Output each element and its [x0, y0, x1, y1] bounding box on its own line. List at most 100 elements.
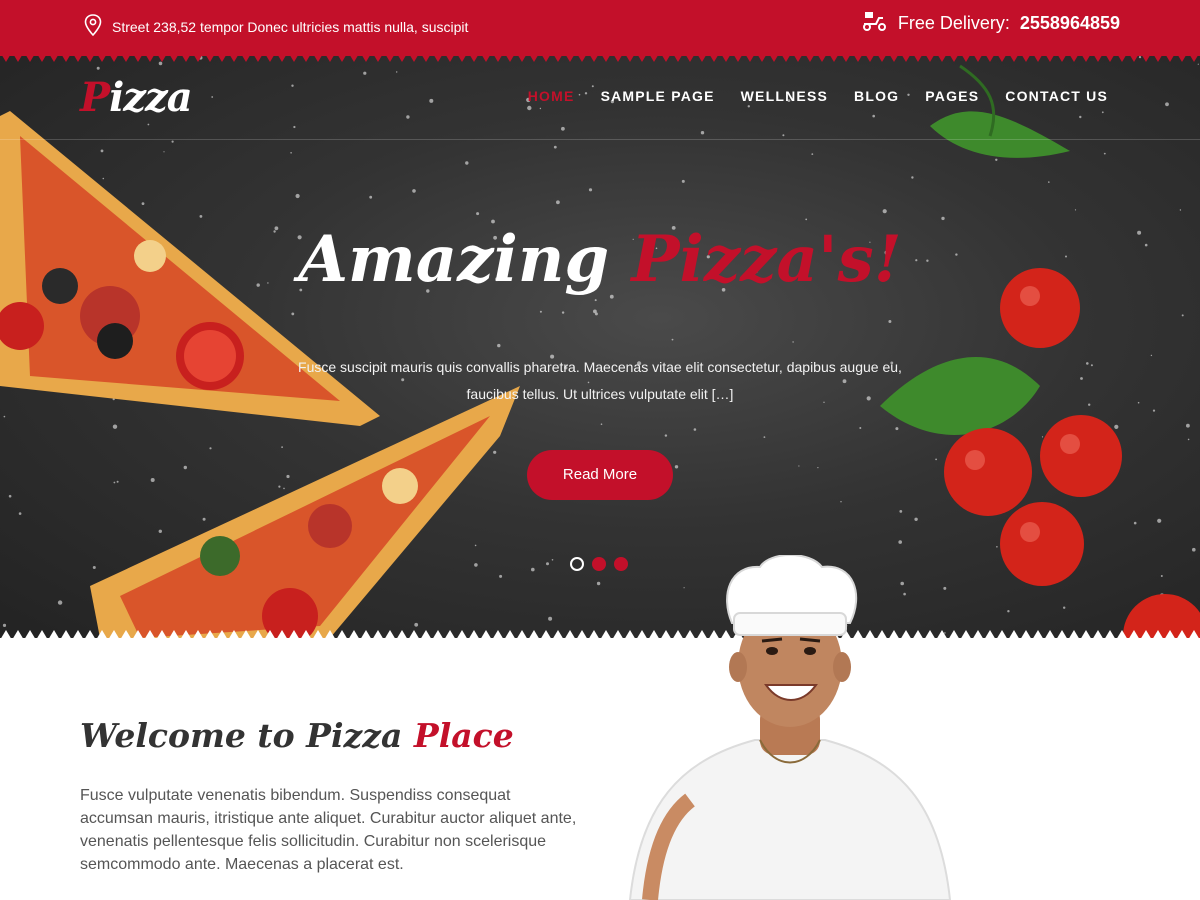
- flour-speck: [539, 310, 542, 313]
- flour-speck: [283, 487, 285, 490]
- flour-speck: [493, 450, 497, 454]
- delivery-label: Free Delivery:: [897, 13, 1010, 33]
- flour-speck: [406, 115, 410, 119]
- zigzag-border-bottom: [0, 630, 1200, 640]
- flour-speck: [147, 123, 150, 126]
- flour-speck: [594, 312, 598, 316]
- address-text: Street 238,52 tempor Donec ultricies mat…: [112, 18, 469, 35]
- flour-speck: [1101, 111, 1104, 114]
- flour-speck: [1074, 209, 1077, 211]
- flour-speck: [476, 212, 480, 216]
- flour-speck: [1179, 209, 1182, 211]
- flour-speck: [551, 559, 554, 561]
- nav-item-home[interactable]: HOME: [528, 88, 575, 104]
- nav-item-blog[interactable]: BLOG: [854, 88, 899, 104]
- flour-speck: [782, 134, 785, 137]
- slider-dot-1[interactable]: [570, 557, 584, 571]
- flour-speck: [291, 84, 294, 87]
- flour-speck: [465, 161, 469, 165]
- flour-speck: [588, 188, 593, 192]
- flour-speck: [747, 105, 750, 108]
- flour-speck: [1133, 521, 1137, 525]
- flour-speck: [1041, 436, 1044, 438]
- flour-speck: [363, 71, 367, 75]
- flour-speck: [396, 71, 398, 73]
- flour-speck: [1192, 547, 1196, 552]
- flour-speck: [102, 177, 105, 180]
- flour-speck: [899, 510, 903, 513]
- flour-speck: [895, 427, 899, 431]
- flour-speck: [594, 299, 597, 302]
- flour-speck: [596, 581, 601, 586]
- flour-speck: [1063, 606, 1066, 609]
- flour-speck: [1080, 377, 1083, 380]
- flour-speck: [414, 622, 419, 627]
- welcome-title-dark: Welcome to Pizza: [80, 716, 403, 755]
- flour-speck: [163, 151, 165, 153]
- flour-speck: [553, 145, 557, 149]
- flour-speck: [295, 193, 300, 199]
- slider-dot-2[interactable]: [592, 557, 606, 571]
- flour-speck: [674, 465, 679, 469]
- flour-speck: [693, 428, 697, 431]
- welcome-title-red: Place: [413, 716, 514, 755]
- flour-speck: [1157, 518, 1162, 523]
- hero-slider: [0, 56, 1200, 638]
- flour-speck: [18, 512, 22, 515]
- flour-speck: [546, 562, 549, 566]
- flour-speck: [8, 494, 12, 498]
- delivery-phone[interactable]: 2558964859: [1020, 13, 1120, 34]
- welcome-text: Fusce vulputate venenatis bibendum. Susp…: [80, 787, 577, 873]
- nav-item-wellness[interactable]: WELLNESS: [741, 88, 828, 104]
- flour-speck: [941, 216, 945, 221]
- flour-speck: [1079, 115, 1082, 119]
- flour-speck: [527, 105, 532, 111]
- hero-background-image: [0, 56, 1200, 638]
- flour-speck: [92, 566, 96, 569]
- flour-speck: [1152, 409, 1156, 412]
- flour-speck: [531, 567, 535, 572]
- nav-item-contact-us[interactable]: CONTACT US: [1005, 88, 1108, 104]
- site-logo[interactable]: Pizza: [80, 74, 193, 121]
- nav-item-pages[interactable]: PAGES: [925, 88, 979, 104]
- flour-speck: [211, 96, 214, 98]
- basil-leaf-image: [930, 64, 1070, 158]
- flour-speck: [369, 195, 373, 199]
- flour-speck: [1165, 102, 1169, 107]
- delivery-scooter-icon: [862, 10, 888, 37]
- delivery-block: Free Delivery: 2558964859: [862, 10, 1120, 37]
- main-navigation: HOME SAMPLE PAGE WELLNESS BLOG PAGES CON…: [528, 88, 1108, 104]
- flour-speck: [116, 480, 119, 483]
- flour-speck: [497, 343, 501, 348]
- flour-speck: [798, 465, 800, 467]
- top-bar: Street 238,52 tempor Donec ultricies mat…: [0, 0, 1200, 56]
- flour-speck: [600, 423, 603, 426]
- flour-speck: [1007, 610, 1010, 613]
- flour-speck: [681, 179, 685, 183]
- flour-speck: [792, 341, 794, 343]
- flour-speck: [3, 415, 6, 418]
- flour-speck: [281, 446, 283, 448]
- nav-item-sample-page[interactable]: SAMPLE PAGE: [601, 88, 715, 104]
- flour-speck: [474, 563, 478, 567]
- flour-speck: [112, 424, 118, 429]
- flour-speck: [996, 546, 998, 548]
- flour-speck: [141, 202, 145, 206]
- read-more-button[interactable]: Read More: [527, 450, 673, 500]
- flour-speck: [671, 338, 674, 341]
- flour-speck: [209, 447, 212, 450]
- flour-speck: [882, 209, 887, 214]
- flour-speck: [202, 517, 206, 521]
- flour-speck: [811, 153, 814, 155]
- location-pin-icon: [84, 14, 102, 39]
- flour-speck: [1088, 403, 1091, 406]
- flour-speck: [1137, 401, 1140, 404]
- flour-speck: [1114, 424, 1119, 429]
- flour-speck: [1086, 362, 1089, 365]
- flour-speck: [412, 189, 416, 193]
- flour-speck: [872, 114, 875, 118]
- zigzag-border-top: [0, 52, 1200, 62]
- hero-title-white: Amazing: [298, 222, 610, 297]
- flour-speck: [859, 427, 862, 429]
- flour-speck: [499, 574, 503, 578]
